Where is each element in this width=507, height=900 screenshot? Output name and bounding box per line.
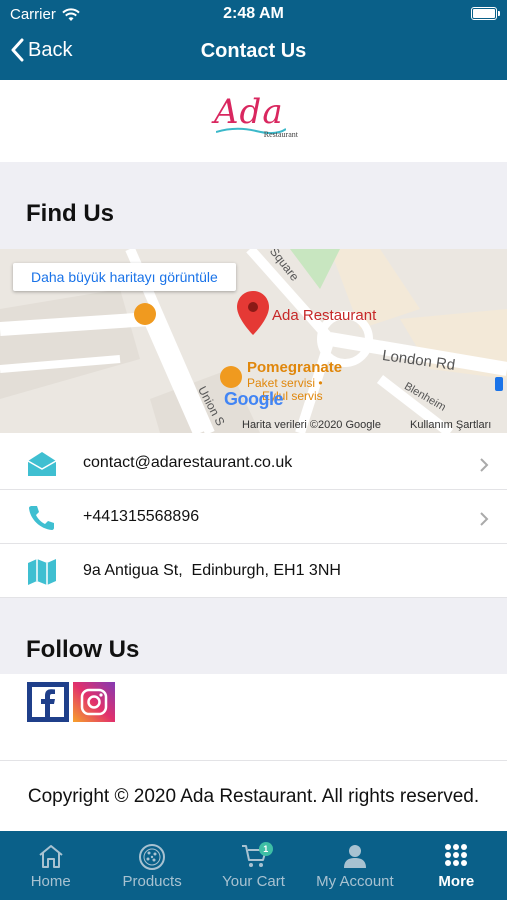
tab-cart[interactable]: 1 Your Cart [203,831,304,900]
tab-label: My Account [316,873,394,890]
phone-icon [29,506,54,530]
bottom-tab-bar: Home Products 1 Your Cart My Account Mor… [0,831,507,900]
map-icon [28,559,56,585]
page-title: Contact Us [200,40,307,62]
poi-line1: Paket servisi • [247,376,323,390]
restaurant-logo: Ada Restaurant [210,92,302,142]
find-us-heading: Find Us [26,200,114,227]
tab-home[interactable]: Home [0,831,101,900]
email-text: contact@adarestaurant.co.uk [83,454,293,471]
map-pin-label: Ada Restaurant [272,307,377,324]
phone-text: +441315568896 [83,508,200,525]
address-text: 9a Antigua St, Edinburgh, EH1 3NH [83,562,341,579]
phone-row[interactable]: +441315568896 [0,490,507,544]
more-grid-icon [445,844,468,866]
home-icon [39,845,63,868]
top-bar: Carrier 2:48 AM Back Contact Us [0,0,507,80]
map-marker-edge [495,377,503,391]
follow-us-section-header: Follow Us [0,598,507,674]
copyright-text: Copyright © 2020 Ada Restaurant. All rig… [27,786,480,807]
food-poi-icon [134,303,156,325]
logo-subtitle: Restaurant [263,130,298,139]
chevron-right-icon [480,458,489,472]
larger-map-link[interactable]: Daha büyük haritayı görüntüle [13,263,236,291]
tab-my-account[interactable]: My Account [304,831,405,900]
navigation-bar: Back Contact Us [0,30,507,76]
copyright-footer: Copyright © 2020 Ada Restaurant. All rig… [0,760,507,831]
social-links [0,674,507,760]
cart-badge: 1 [258,842,273,856]
logo-banner: Ada Restaurant [0,80,507,162]
poi-name: Pomegranate [247,359,343,376]
tab-label: Products [122,873,182,890]
status-time: 2:48 AM [223,5,284,22]
envelope-icon [27,452,57,476]
tab-more[interactable]: More [406,831,507,900]
google-logo: Google [224,389,284,410]
find-us-section-header: Find Us [0,162,507,237]
tab-label: Your Cart [222,873,285,890]
chevron-right-icon [480,512,489,526]
google-logo-text: Google [224,389,284,409]
pizza-icon [139,844,166,870]
battery-icon [471,7,500,20]
status-bar: Carrier 2:48 AM [0,0,507,28]
map-terms-link[interactable]: Kullanım Şartları [410,419,491,431]
food-poi-icon-2 [220,366,242,388]
tab-label: More [438,873,475,890]
follow-us-heading: Follow Us [26,636,140,663]
map-embed[interactable]: Daha büyük haritayı görüntüle Ada Restau… [0,249,507,433]
tab-products[interactable]: Products [101,831,202,900]
facebook-icon[interactable] [27,682,69,722]
account-icon [343,845,366,868]
address-row: 9a Antigua St, Edinburgh, EH1 3NH [0,544,507,598]
email-row[interactable]: contact@adarestaurant.co.uk [0,436,507,490]
map-data-credit: Harita verileri ©2020 Google [242,419,381,431]
tab-label: Home [30,873,71,890]
contact-list: contact@adarestaurant.co.uk +44131556889… [0,433,507,598]
instagram-icon[interactable] [73,682,115,722]
